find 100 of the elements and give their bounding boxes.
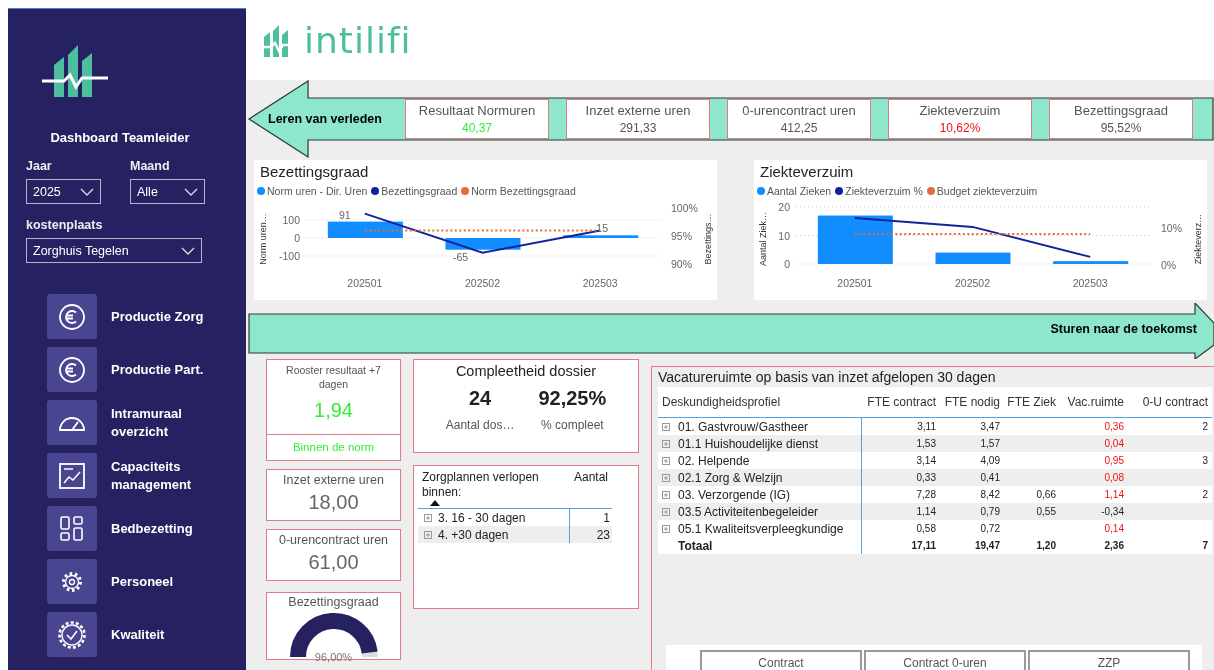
table-cell: 2,36 xyxy=(1104,540,1124,551)
layout-icon xyxy=(60,515,84,542)
column-header[interactable]: Zorgplannen verlopen binnen: xyxy=(422,470,552,500)
kpi-title: Inzet externe uren xyxy=(585,103,691,118)
chart-icon xyxy=(58,461,86,490)
table-cell: 7,28 xyxy=(916,489,936,500)
table-cell: 4,09 xyxy=(980,455,1000,466)
column-header[interactable]: Aantal xyxy=(573,470,608,506)
table-cell: 0,36 xyxy=(1104,421,1124,432)
kpi-title: Bezettingsgraad xyxy=(1074,103,1168,118)
nav-tile[interactable] xyxy=(47,506,97,551)
axis-title: Norm uren… xyxy=(258,213,268,265)
table-cell: 3,11 xyxy=(917,421,936,432)
table-cell: 3,14 xyxy=(916,455,936,466)
logo-icon xyxy=(42,43,108,97)
column-header[interactable]: Deskundigheidsprofiel xyxy=(658,395,862,409)
legend-label: Norm Bezettingsgraad xyxy=(471,185,576,197)
table-cell: 1,14 xyxy=(1104,489,1124,500)
expand-icon[interactable] xyxy=(662,439,670,448)
sort-icon[interactable] xyxy=(430,500,440,506)
table-cell: 0,79 xyxy=(980,506,1000,517)
table-cell: 8,42 xyxy=(980,489,1000,500)
table-cell: 2 xyxy=(1202,489,1208,500)
kpi-title: Rooster resultaat +7 dagen xyxy=(285,363,382,391)
nav-label[interactable]: Productie Part. xyxy=(111,360,221,379)
table-cell: 0,66 xyxy=(1036,489,1056,500)
legend-label: Norm uren - Dir. Uren xyxy=(267,185,368,197)
column-header[interactable]: FTE nodig xyxy=(940,395,1004,409)
expand-icon[interactable] xyxy=(424,513,432,522)
table-cell: 1,20 xyxy=(1036,540,1056,551)
table-cell: 3. 16 - 30 dagen xyxy=(438,510,526,525)
nav-label[interactable]: Capaciteits management xyxy=(111,457,221,494)
nav-tile[interactable] xyxy=(47,347,97,392)
metric-label: Aantal dos… xyxy=(445,418,515,432)
expand-icon[interactable] xyxy=(662,490,670,499)
column-header[interactable]: FTE Ziek xyxy=(1004,395,1060,409)
filter-dropdown[interactable]: 2025 xyxy=(26,179,101,204)
filter-button[interactable]: Contract xyxy=(700,650,862,670)
table-cell: 0,95 xyxy=(1104,455,1124,466)
filter-dropdown[interactable]: Zorghuis Tegelen xyxy=(26,238,202,263)
table-cell: 0,33 xyxy=(916,472,936,483)
expand-icon[interactable] xyxy=(662,456,670,465)
expand-icon[interactable] xyxy=(424,530,432,539)
axis-label: 100% xyxy=(671,202,698,214)
expand-icon[interactable] xyxy=(662,524,670,533)
axis-label: 202503 xyxy=(582,277,618,289)
axis-title: Aantal Ziek… xyxy=(758,212,768,266)
table-cell-text: 23 xyxy=(595,527,611,542)
axis-label: 10 xyxy=(778,229,790,242)
table-cell: 0,41 xyxy=(980,472,1000,483)
table-cell: 0,14 xyxy=(1104,523,1124,534)
nav-tile[interactable] xyxy=(47,612,97,657)
chart-title: Bezettingsgraad xyxy=(259,162,370,180)
metric-value: 92,25% xyxy=(538,387,607,410)
axis-label: 20 xyxy=(778,201,790,213)
column-header[interactable]: 0-U contract xyxy=(1128,395,1212,409)
filter-label: Jaar xyxy=(26,159,53,173)
table-cell: 01. Gastvrouw/Gastheer xyxy=(678,419,809,434)
nav-tile[interactable] xyxy=(47,400,97,445)
nav-label[interactable]: Personeel xyxy=(111,572,221,591)
nav-label[interactable]: Productie Zorg xyxy=(111,307,221,326)
table-cell: 05.1 Kwaliteitsverpleegkundige xyxy=(678,521,844,536)
axis-label: 90% xyxy=(671,258,692,270)
nav-label[interactable]: Bedbezetting xyxy=(111,519,221,538)
metric-label: % compleet xyxy=(541,418,604,432)
expand-icon[interactable] xyxy=(662,473,670,482)
logo-text: intilifi xyxy=(304,19,412,61)
data-label: 91 xyxy=(339,208,351,221)
nav-label[interactable]: Intramuraal overzicht xyxy=(111,404,221,441)
table-cell: 02.1 Zorg & Welzijn xyxy=(678,470,783,485)
axis-label: 202501 xyxy=(837,277,873,289)
kpi-title: Ziekteverzuim xyxy=(919,103,1001,118)
legend-label: Budget ziekteverzuim xyxy=(936,185,1038,197)
filter-button[interactable]: ZZP xyxy=(1028,650,1190,670)
expand-icon[interactable] xyxy=(662,507,670,516)
metric-value: 24 xyxy=(468,387,492,410)
kpi-value: 291,33 xyxy=(619,121,657,135)
table-cell: 0,55 xyxy=(1036,506,1056,517)
axis-label: 0% xyxy=(1161,259,1177,271)
column-header[interactable]: FTE contract xyxy=(862,395,940,409)
filter-dropdown[interactable]: Alle xyxy=(130,179,205,204)
card-title: Compleetheid dossier xyxy=(455,363,597,379)
column-header[interactable]: Vac.ruimte xyxy=(1060,395,1128,409)
table-cell: 19,47 xyxy=(974,540,1000,551)
axis-label: 0 xyxy=(294,232,300,244)
nav-label[interactable]: Kwaliteit xyxy=(111,625,221,644)
table-cell: 3,47 xyxy=(980,421,1000,432)
dashboard-title: Dashboard Teamleider xyxy=(49,130,191,145)
banner-label: Leren van verleden xyxy=(267,112,383,126)
filter-button[interactable]: Contract 0-uren xyxy=(864,650,1026,670)
chevron-icon xyxy=(184,187,198,196)
kpi-title: 0-urencontract uren xyxy=(278,533,389,547)
nav-tile[interactable] xyxy=(47,294,97,339)
nav-tile[interactable] xyxy=(47,559,97,604)
expand-icon[interactable] xyxy=(662,422,670,431)
euro-icon xyxy=(58,302,86,331)
nav-tile[interactable] xyxy=(47,453,97,498)
legend-label: Aantal Zieken xyxy=(767,185,832,197)
table-cell: 03.5 Activiteitenbegeleider xyxy=(678,504,819,519)
axis-label: 202502 xyxy=(465,277,500,289)
